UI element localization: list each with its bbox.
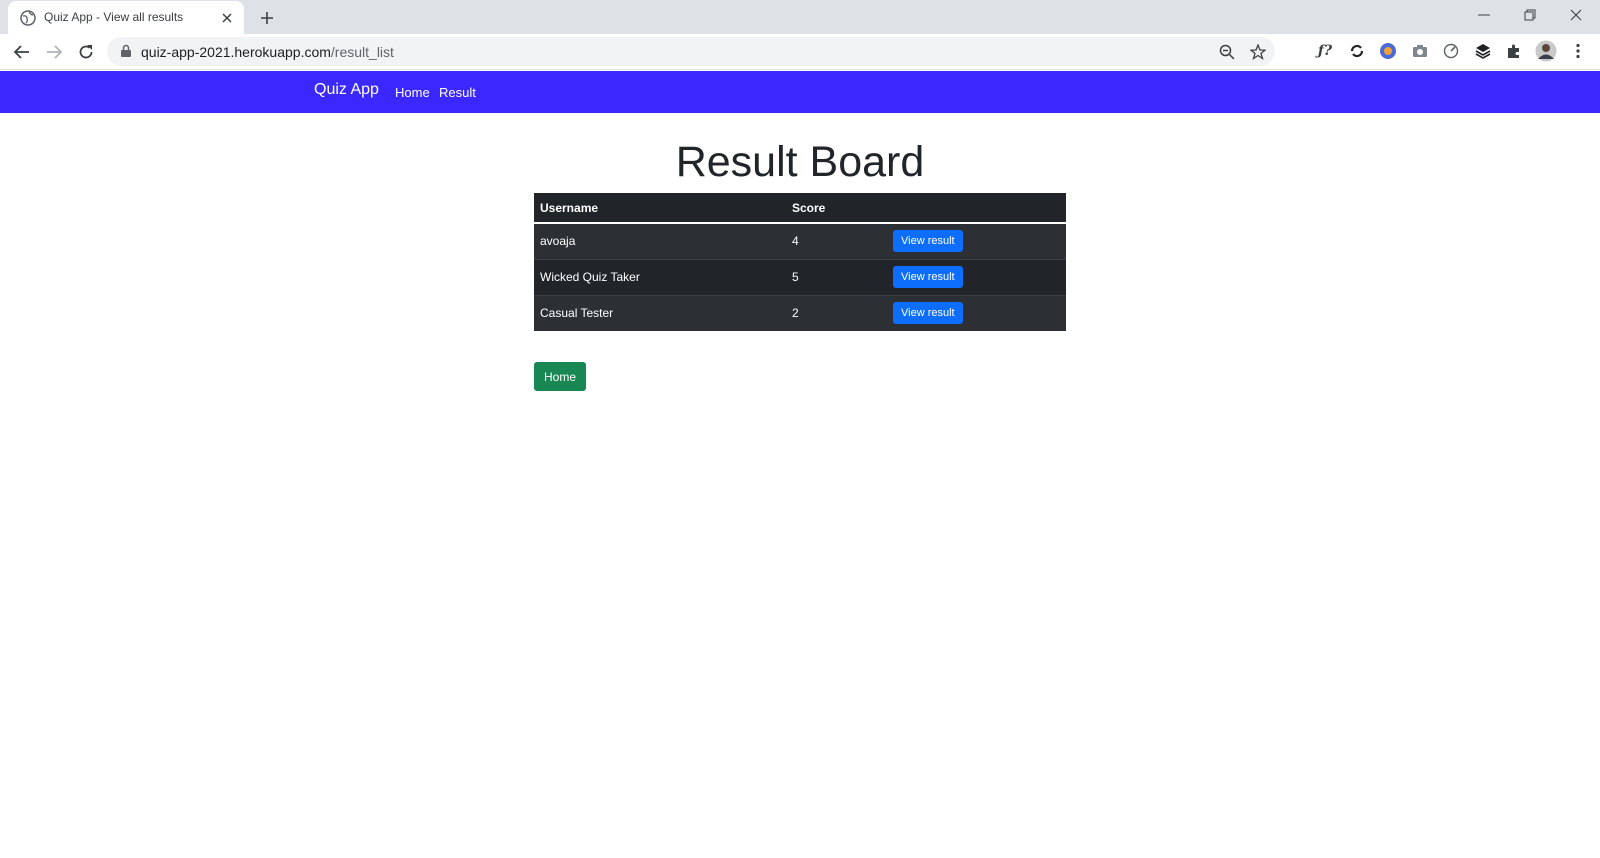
nav-link-result[interactable]: Result [439,85,476,100]
back-arrow-icon[interactable] [9,39,35,65]
close-icon[interactable] [218,9,236,27]
view-result-button[interactable]: View result [893,266,963,288]
fx-extension-icon[interactable]: ƒ? [1314,40,1336,62]
zoom-icon[interactable] [1217,42,1237,62]
reload-icon[interactable] [73,39,99,65]
username-cell: avoaja [534,222,786,259]
browser-tab[interactable]: Quiz App - View all results [8,1,244,34]
menu-icon[interactable] [1567,40,1589,62]
speed-extension-icon[interactable] [1440,40,1462,62]
star-icon[interactable] [1248,42,1268,62]
url-host: quiz-app-2021.herokuapp.com [141,44,331,60]
profile-avatar[interactable] [1535,40,1557,62]
action-cell: View result [887,222,1066,259]
score-cell: 2 [786,294,887,331]
new-tab-button[interactable] [256,7,278,29]
url-path: /result_list [330,44,394,60]
url-text[interactable]: quiz-app-2021.herokuapp.com/result_list [141,44,394,60]
browser-toolbar: quiz-app-2021.herokuapp.com/result_list … [0,34,1600,70]
restore-icon[interactable] [1507,0,1553,30]
table-row: avoaja 4 View result [534,222,1066,259]
results-table: Username Score avoaja 4 View result Wick… [534,193,1066,331]
forward-arrow-icon[interactable] [41,39,67,65]
view-result-button[interactable]: View result [893,302,963,325]
header-username: Username [534,193,786,224]
nav-link-home[interactable]: Home [395,85,430,100]
sync-extension-icon[interactable] [1346,40,1368,62]
globe-icon [20,10,36,26]
minimize-icon[interactable] [1461,0,1507,30]
home-button[interactable]: Home [534,362,586,391]
username-cell: Casual Tester [534,294,786,331]
layers-extension-icon[interactable] [1472,40,1494,62]
puzzle-icon[interactable] [1503,40,1525,62]
browser-tab-bar: Quiz App - View all results [0,0,1600,34]
view-result-button[interactable]: View result [893,230,963,253]
table-header-row: Username Score [534,193,1066,224]
header-action [887,193,1066,224]
navbar: Quiz App Home Result [0,71,1600,113]
username-cell: Wicked Quiz Taker [534,258,786,295]
vpn-extension-icon[interactable] [1377,40,1399,62]
address-bar[interactable]: quiz-app-2021.herokuapp.com/result_list [107,37,1275,66]
action-cell: View result [887,294,1066,331]
camera-extension-icon[interactable] [1409,40,1431,62]
action-cell: View result [887,258,1066,295]
window-close-icon[interactable] [1553,0,1599,30]
table-row: Wicked Quiz Taker 5 View result [534,258,1066,295]
page-title: Result Board [675,138,925,186]
navbar-brand[interactable]: Quiz App [314,81,379,99]
score-cell: 5 [786,258,887,295]
lock-icon[interactable] [119,44,133,58]
header-score: Score [786,193,887,224]
score-cell: 4 [786,222,887,259]
table-row: Casual Tester 2 View result [534,294,1066,331]
tab-title: Quiz App - View all results [44,10,184,24]
